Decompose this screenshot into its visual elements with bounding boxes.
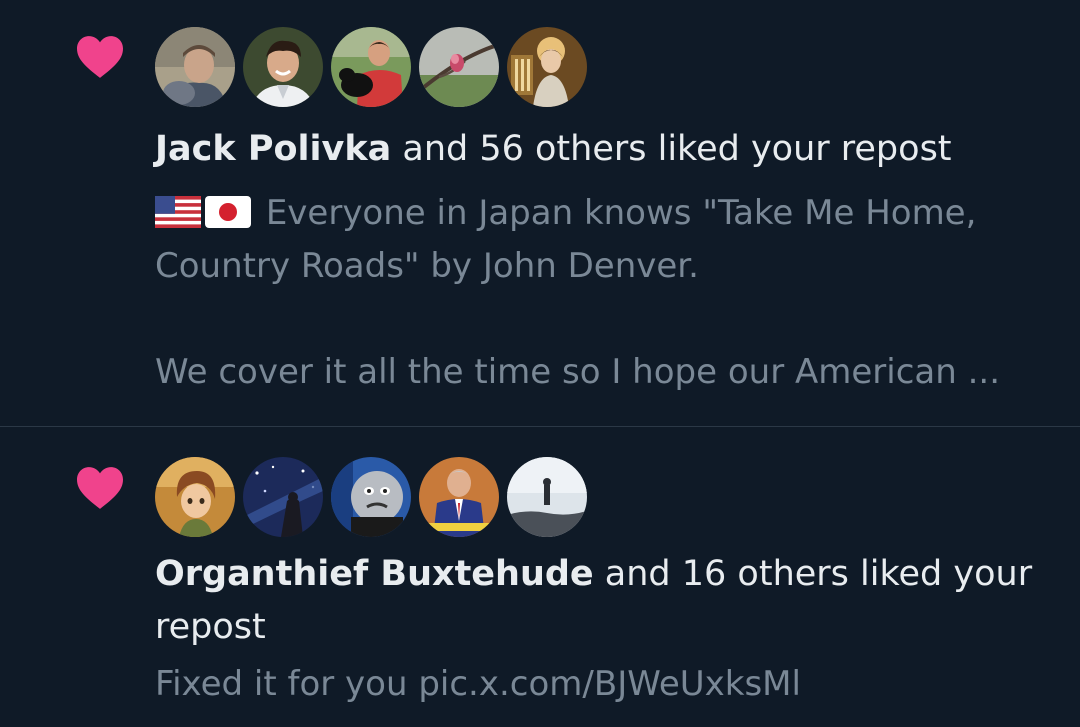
avatar[interactable] bbox=[243, 457, 323, 537]
avatar[interactable] bbox=[331, 457, 411, 537]
us-flag-emoji bbox=[155, 196, 201, 228]
snippet-line: Country Roads" by John Denver. bbox=[155, 246, 699, 286]
like-notification[interactable]: Jack Polivka and 56 others liked your re… bbox=[0, 0, 1080, 426]
action-text: and 56 others liked your repost bbox=[391, 129, 952, 169]
actor-name[interactable]: Jack Polivka bbox=[155, 129, 391, 169]
avatar[interactable] bbox=[155, 27, 235, 107]
notification-text: Organthief Buxtehude and 16 others liked… bbox=[155, 548, 1035, 654]
notification-text: Jack Polivka and 56 others liked your re… bbox=[155, 123, 1055, 176]
snippet-line: Everyone in Japan knows "Take Me Home, bbox=[155, 187, 1055, 240]
avatar[interactable] bbox=[155, 457, 235, 537]
avatar[interactable] bbox=[419, 457, 499, 537]
avatar[interactable] bbox=[507, 27, 587, 107]
snippet-text: Everyone in Japan knows "Take Me Home, bbox=[265, 193, 977, 233]
snippet-line: Fixed it for you pic.x.com/BJWeUxksMl bbox=[155, 664, 801, 704]
heart-icon bbox=[77, 36, 123, 78]
avatar[interactable] bbox=[331, 27, 411, 107]
japan-flag-emoji bbox=[205, 196, 251, 228]
heart-icon bbox=[77, 467, 123, 509]
actor-name[interactable]: Organthief Buxtehude bbox=[155, 554, 594, 594]
like-notification[interactable]: Organthief Buxtehude and 16 others liked… bbox=[0, 427, 1080, 727]
snippet-blank-line bbox=[155, 293, 1055, 346]
avatar[interactable] bbox=[507, 457, 587, 537]
avatar[interactable] bbox=[419, 27, 499, 107]
notifications-page: Jack Polivka and 56 others liked your re… bbox=[0, 0, 1080, 727]
snippet-line: We cover it all the time so I hope our A… bbox=[155, 352, 1001, 392]
avatar[interactable] bbox=[243, 27, 323, 107]
post-snippet[interactable]: Everyone in Japan knows "Take Me Home, C… bbox=[155, 187, 1055, 399]
post-snippet[interactable]: Fixed it for you pic.x.com/BJWeUxksMl bbox=[155, 658, 1055, 711]
